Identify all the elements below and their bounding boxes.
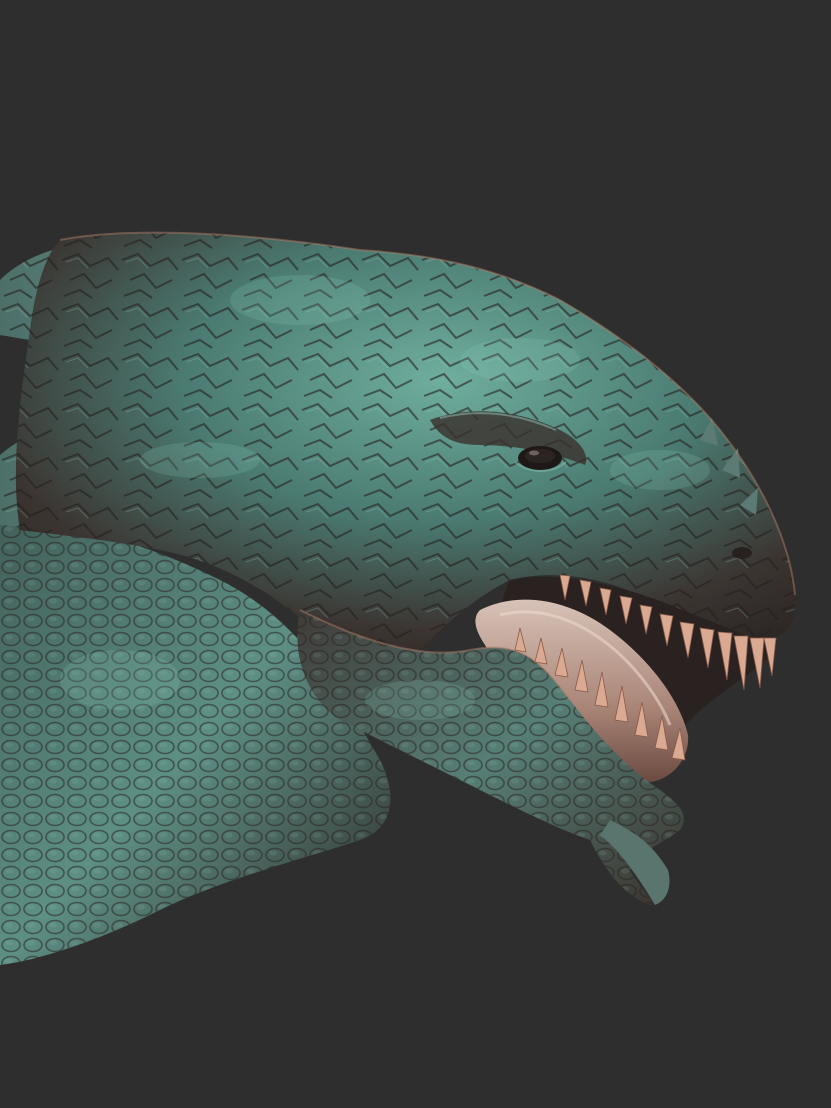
nostril <box>732 547 752 559</box>
creature-render <box>0 0 831 1108</box>
viewport-canvas <box>0 0 831 1108</box>
